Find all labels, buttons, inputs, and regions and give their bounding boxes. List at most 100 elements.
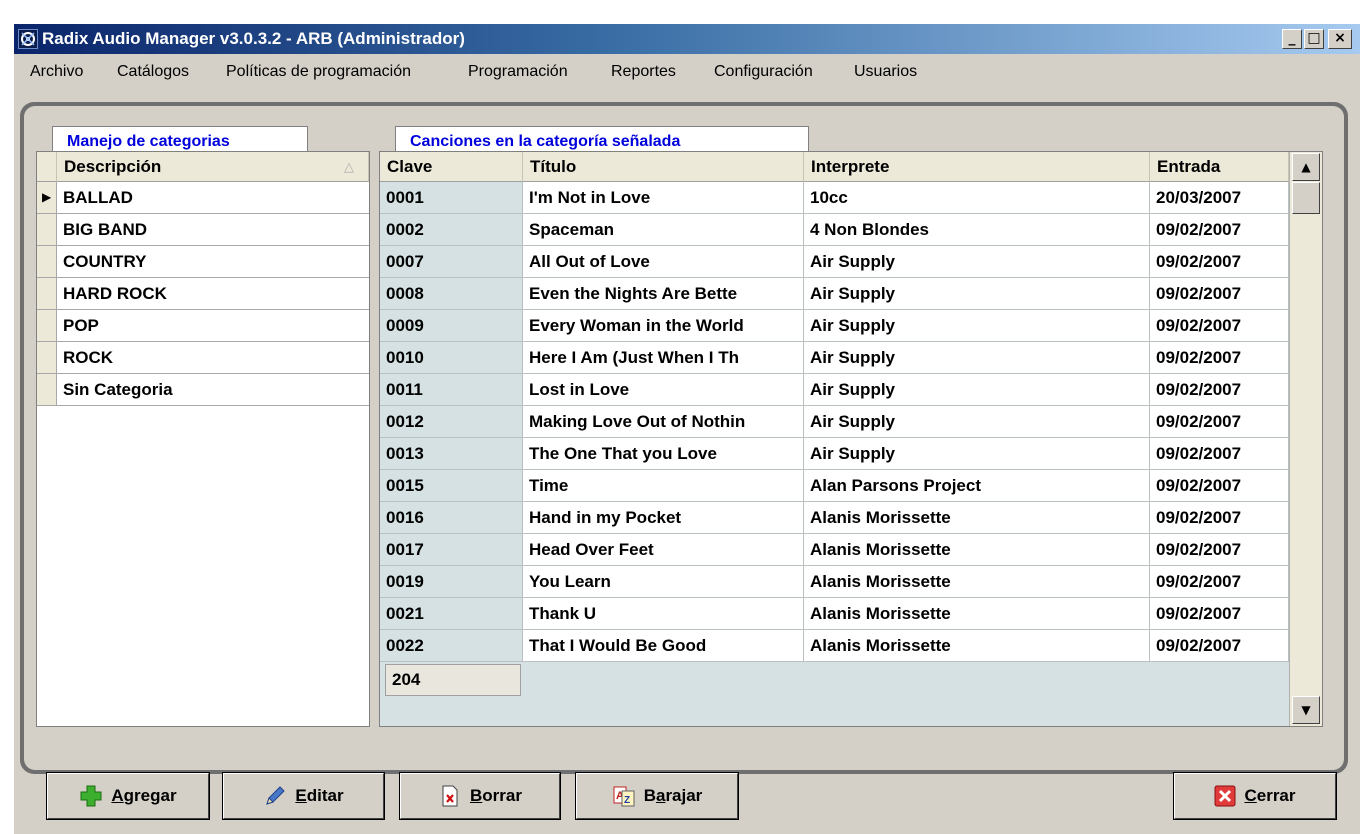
cell-titulo[interactable]: Spaceman [523,214,804,246]
song-row[interactable]: 0013 The One That you Love Air Supply 09/02… [380,438,1289,470]
cell-titulo[interactable]: All Out of Love [523,246,804,278]
cell-titulo[interactable]: Even the Nights Are Bette [523,278,804,310]
vertical-scrollbar[interactable]: ▲ ▼ [1289,152,1322,726]
cell-entrada[interactable]: 09/02/2007 [1150,342,1289,374]
app-icon[interactable] [18,29,38,49]
cell-clave[interactable]: 0015 [380,470,523,502]
menu-archivo[interactable]: Archivo [30,63,83,81]
category-row[interactable]: POP [37,310,369,342]
borrar-button[interactable]: Borrar [399,772,561,820]
scroll-up-arrow-icon[interactable]: ▲ [1292,153,1320,181]
cell-entrada[interactable]: 09/02/2007 [1150,470,1289,502]
cell-entrada[interactable]: 09/02/2007 [1150,374,1289,406]
category-row[interactable]: ROCK [37,342,369,374]
cell-interprete[interactable]: 10cc [804,182,1150,214]
cell-interprete[interactable]: Alan Parsons Project [804,470,1150,502]
songs-grid[interactable]: Clave Título Interprete Entrada 0001 I'm … [379,151,1323,727]
cell-clave[interactable]: 0008 [380,278,523,310]
cell-interprete[interactable]: Alanis Morissette [804,630,1150,662]
cell-entrada[interactable]: 09/02/2007 [1150,630,1289,662]
cell-entrada[interactable]: 09/02/2007 [1150,310,1289,342]
cell-titulo[interactable]: Hand in my Pocket [523,502,804,534]
song-row[interactable]: 0021 Thank U Alanis Morissette 09/02/2007 [380,598,1289,630]
cell-clave[interactable]: 0010 [380,342,523,374]
column-header-clave[interactable]: Clave [380,152,523,182]
category-row[interactable]: ▶ BALLAD [37,182,369,214]
cell-clave[interactable]: 0021 [380,598,523,630]
song-row[interactable]: 0001 I'm Not in Love 10cc 20/03/2007 [380,182,1289,214]
cell-titulo[interactable]: Here I Am (Just When I Th [523,342,804,374]
cell-interprete[interactable]: Air Supply [804,310,1150,342]
minimize-button[interactable]: _ [1282,29,1302,49]
cell-entrada[interactable]: 09/02/2007 [1150,502,1289,534]
cell-interprete[interactable]: 4 Non Blondes [804,214,1150,246]
cell-interprete[interactable]: Alanis Morissette [804,502,1150,534]
song-row[interactable]: 0022 That I Would Be Good Alanis Morissett… [380,630,1289,662]
cell-titulo[interactable]: Lost in Love [523,374,804,406]
barajar-button[interactable]: A Z Barajar [575,772,739,820]
song-row[interactable]: 0012 Making Love Out of Nothin Air Supply 0… [380,406,1289,438]
menu-configuracion[interactable]: Configuración [714,63,813,81]
song-row[interactable]: 0016 Hand in my Pocket Alanis Morissette 09… [380,502,1289,534]
cell-titulo[interactable]: Head Over Feet [523,534,804,566]
cell-clave[interactable]: 0007 [380,246,523,278]
column-header-titulo[interactable]: Título [523,152,804,182]
song-row[interactable]: 0019 You Learn Alanis Morissette 09/02/2007 [380,566,1289,598]
cell-clave[interactable]: 0009 [380,310,523,342]
menu-catalogos[interactable]: Catálogos [117,63,189,81]
cell-clave[interactable]: 0011 [380,374,523,406]
cell-interprete[interactable]: Air Supply [804,342,1150,374]
cell-entrada[interactable]: 09/02/2007 [1150,214,1289,246]
column-header-interprete[interactable]: Interprete [804,152,1150,182]
song-row[interactable]: 0015 Time Alan Parsons Project 09/02/2007 [380,470,1289,502]
cell-entrada[interactable]: 09/02/2007 [1150,246,1289,278]
column-header-descripcion[interactable]: Descripción △ [57,152,369,182]
cell-interprete[interactable]: Alanis Morissette [804,566,1150,598]
categories-grid[interactable]: Descripción △ ▶ BALLAD BIG BAND COUNTRY … [36,151,370,727]
maximize-button[interactable]: □ [1304,29,1324,49]
cell-clave[interactable]: 0012 [380,406,523,438]
column-header-entrada[interactable]: Entrada [1150,152,1289,182]
cell-titulo[interactable]: That I Would Be Good [523,630,804,662]
song-row[interactable]: 0007 All Out of Love Air Supply 09/02/2007 [380,246,1289,278]
song-row[interactable]: 0008 Even the Nights Are Bette Air Supply 0… [380,278,1289,310]
close-window-button[interactable]: × [1328,29,1352,49]
cell-clave[interactable]: 0013 [380,438,523,470]
cell-interprete[interactable]: Air Supply [804,438,1150,470]
menu-politicas-de-programacion[interactable]: Políticas de programación [226,63,411,81]
song-row[interactable]: 0002 Spaceman 4 Non Blondes 09/02/2007 [380,214,1289,246]
cell-entrada[interactable]: 09/02/2007 [1150,438,1289,470]
title-bar[interactable]: Radix Audio Manager v3.0.3.2 - ARB (Admi… [14,24,1360,54]
cell-entrada[interactable]: 09/02/2007 [1150,566,1289,598]
category-row[interactable]: COUNTRY [37,246,369,278]
cell-entrada[interactable]: 09/02/2007 [1150,278,1289,310]
song-row[interactable]: 0009 Every Woman in the World Air Supply 09… [380,310,1289,342]
cell-entrada[interactable]: 09/02/2007 [1150,406,1289,438]
cell-entrada[interactable]: 20/03/2007 [1150,182,1289,214]
cell-clave[interactable]: 0022 [380,630,523,662]
cell-clave[interactable]: 0019 [380,566,523,598]
scroll-down-arrow-icon[interactable]: ▼ [1292,696,1320,724]
cell-entrada[interactable]: 09/02/2007 [1150,534,1289,566]
cell-clave[interactable]: 0016 [380,502,523,534]
song-row[interactable]: 0011 Lost in Love Air Supply 09/02/2007 [380,374,1289,406]
cell-titulo[interactable]: Every Woman in the World [523,310,804,342]
cell-titulo[interactable]: Thank U [523,598,804,630]
cell-titulo[interactable]: I'm Not in Love [523,182,804,214]
cell-entrada[interactable]: 09/02/2007 [1150,598,1289,630]
agregar-button[interactable]: Agregar [46,772,210,820]
cell-interprete[interactable]: Alanis Morissette [804,534,1150,566]
cell-titulo[interactable]: You Learn [523,566,804,598]
cerrar-button[interactable]: Cerrar [1173,772,1337,820]
cell-interprete[interactable]: Air Supply [804,246,1150,278]
category-row[interactable]: HARD ROCK [37,278,369,310]
cell-interprete[interactable]: Air Supply [804,278,1150,310]
cell-titulo[interactable]: The One That you Love [523,438,804,470]
category-row[interactable]: BIG BAND [37,214,369,246]
menu-reportes[interactable]: Reportes [611,63,676,81]
menu-usuarios[interactable]: Usuarios [854,63,917,81]
cell-clave[interactable]: 0002 [380,214,523,246]
cell-interprete[interactable]: Alanis Morissette [804,598,1150,630]
song-row[interactable]: 0017 Head Over Feet Alanis Morissette 09/02… [380,534,1289,566]
category-row[interactable]: Sin Categoria [37,374,369,406]
